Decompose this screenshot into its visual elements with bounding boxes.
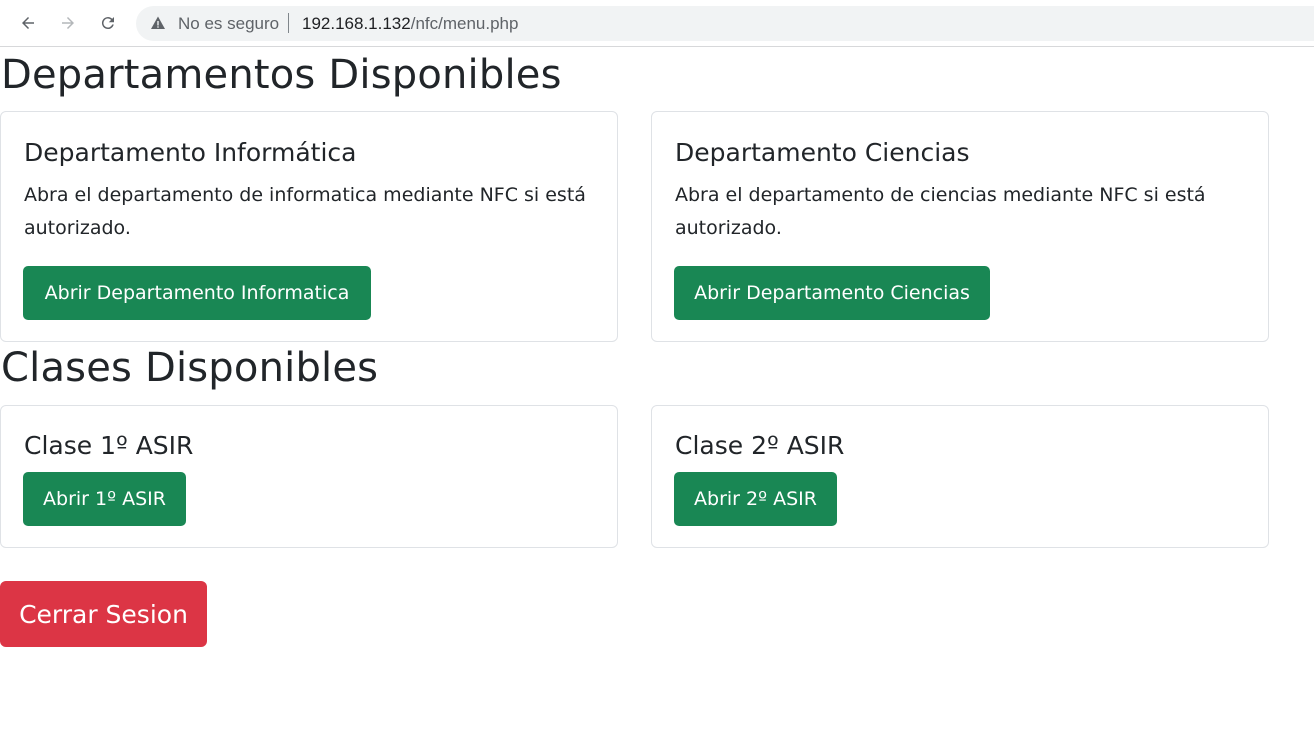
url-separator: [288, 13, 289, 33]
departamentos-heading: Departamentos Disponibles: [1, 52, 562, 98]
back-button[interactable]: [13, 8, 43, 38]
arrow-left-icon: [22, 17, 34, 29]
cerrar-sesion-button[interactable]: Cerrar Sesion: [0, 581, 207, 647]
forward-button[interactable]: [53, 8, 83, 38]
card-title: Departamento Ciencias: [675, 138, 970, 167]
reload-button[interactable]: [93, 8, 123, 38]
browser-toolbar: No es seguro 192.168.1.132/nfc/menu.php: [0, 0, 1314, 47]
address-bar[interactable]: No es seguro 192.168.1.132/nfc/menu.php: [136, 6, 1314, 41]
url-host: 192.168.1.132: [302, 14, 411, 33]
card-title: Clase 2º ASIR: [675, 431, 845, 460]
card-departamento-ciencias: Departamento Ciencias Abra el departamen…: [651, 111, 1269, 342]
url-path: /nfc/menu.php: [410, 14, 519, 33]
card-title: Departamento Informática: [24, 138, 357, 167]
warning-icon: [151, 16, 165, 29]
reload-icon: [101, 17, 114, 30]
card-text: Abra el departamento de ciencias mediant…: [675, 184, 1206, 239]
abrir-1-asir-button[interactable]: Abrir 1º ASIR: [23, 472, 186, 526]
security-status[interactable]: No es seguro: [178, 14, 279, 34]
clases-heading: Clases Disponibles: [1, 345, 379, 391]
card-text: Abra el departamento de informatica medi…: [24, 184, 586, 239]
arrow-right-icon: [62, 17, 74, 29]
card-departamento-informatica: Departamento Informática Abra el departa…: [0, 111, 618, 342]
card-clase-2-asir: Clase 2º ASIR Abrir 2º ASIR: [651, 405, 1269, 548]
abrir-departamento-informatica-button[interactable]: Abrir Departamento Informatica: [23, 266, 371, 320]
abrir-departamento-ciencias-button[interactable]: Abrir Departamento Ciencias: [674, 266, 990, 320]
card-clase-1-asir: Clase 1º ASIR Abrir 1º ASIR: [0, 405, 618, 548]
url-text[interactable]: 192.168.1.132/nfc/menu.php: [302, 14, 518, 34]
abrir-2-asir-button[interactable]: Abrir 2º ASIR: [674, 472, 837, 526]
card-title: Clase 1º ASIR: [24, 431, 194, 460]
